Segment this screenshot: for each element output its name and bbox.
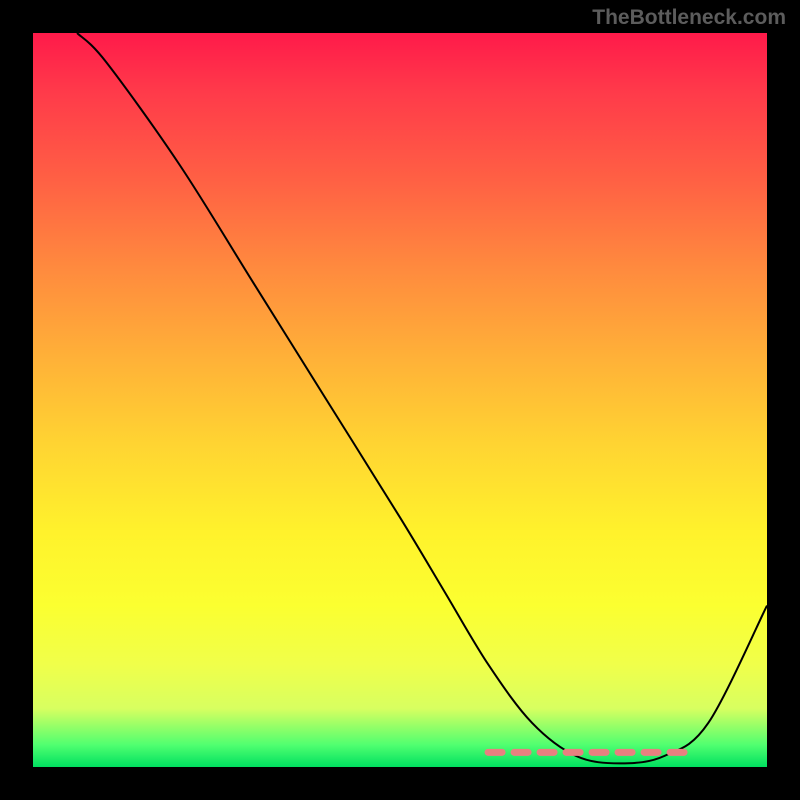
bottleneck-curve [77,33,767,763]
watermark-text: TheBottleneck.com [592,6,786,30]
chart-plot-area [33,33,767,767]
chart-svg [33,33,767,767]
